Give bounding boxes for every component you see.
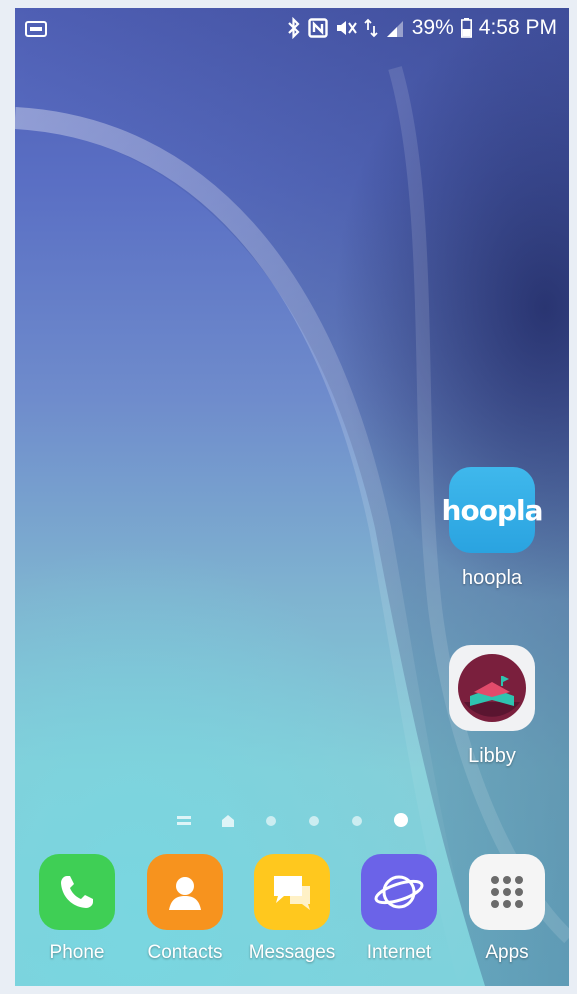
signal-icon	[385, 18, 405, 38]
dock-label-phone: Phone	[49, 942, 105, 963]
bluetooth-icon	[287, 17, 301, 39]
page-menu-icon[interactable]	[177, 814, 191, 832]
phone-icon[interactable]	[39, 854, 115, 930]
hoopla-icon[interactable]: hoopla	[442, 467, 543, 553]
hoopla-logo-text: hoopla	[441, 493, 544, 527]
app-label-libby: Libby	[468, 745, 516, 767]
dock-app-internet[interactable]: Internet	[349, 854, 449, 964]
internet-icon[interactable]	[361, 854, 437, 930]
nfc-icon	[308, 18, 328, 38]
mute-icon	[335, 18, 357, 38]
data-roaming-icon	[364, 18, 378, 38]
dock-app-messages[interactable]: Messages	[242, 854, 342, 964]
dock-label-apps: Apps	[485, 942, 529, 963]
dock-label-internet: Internet	[366, 942, 432, 963]
dock: Phone Contacts Messages Internet Apps	[15, 854, 569, 984]
dock-app-apps[interactable]: Apps	[457, 854, 557, 964]
screenshot-frame: 39% 4:58 PM hoopla hoopla Libby Phone Co…	[0, 0, 577, 994]
app-label-hoopla: hoopla	[461, 567, 523, 589]
home-screen: 39% 4:58 PM hoopla hoopla Libby Phone Co…	[15, 8, 569, 986]
page-indicator[interactable]	[165, 808, 425, 832]
clock: 4:58 PM	[478, 16, 557, 39]
contacts-icon[interactable]	[147, 854, 223, 930]
page-dot-4[interactable]	[308, 814, 320, 832]
dock-app-contacts[interactable]: Contacts	[135, 854, 235, 964]
libby-icon[interactable]	[449, 645, 535, 731]
apps-grid-icon[interactable]	[469, 854, 545, 930]
battery-percent: 39%	[411, 16, 454, 39]
app-hoopla[interactable]: hoopla hoopla	[437, 467, 547, 590]
app-libby[interactable]: Libby	[437, 645, 547, 768]
dock-app-phone[interactable]: Phone	[27, 854, 127, 964]
status-bar: 39% 4:58 PM	[15, 8, 569, 48]
dock-label-messages: Messages	[248, 942, 336, 963]
page-home-icon[interactable]	[221, 814, 235, 833]
status-icons: 39% 4:58 PM	[287, 16, 557, 40]
screen-mirror-icon	[25, 19, 47, 43]
dock-label-contacts: Contacts	[147, 942, 223, 963]
messages-icon[interactable]	[254, 854, 330, 930]
page-dot-active[interactable]	[393, 812, 409, 833]
battery-icon	[460, 18, 472, 38]
page-dot-5[interactable]	[351, 814, 363, 832]
page-dot-3[interactable]	[265, 814, 277, 832]
